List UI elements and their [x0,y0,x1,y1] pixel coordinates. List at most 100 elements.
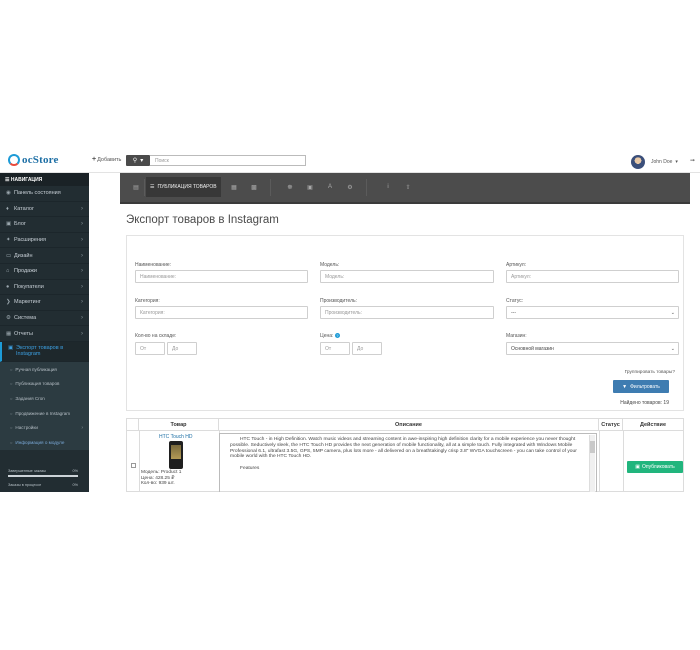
stat-bar [8,475,78,477]
status-label: Статус: [506,298,524,304]
share-icon: ❯ [6,299,11,306]
group-products-toggle[interactable]: Группировать товары? [625,370,675,375]
upload-icon[interactable]: ⇧ [402,177,414,197]
manufacturer-input[interactable]: Производитель: [320,306,494,319]
image-icon[interactable]: ▣ [304,177,316,197]
found-count: Найдено товаров: 19 [620,400,669,406]
add-button[interactable]: +Добавить [92,156,121,163]
status-select[interactable]: --- ⌄ [506,306,679,319]
description-textarea[interactable]: HTC Touch - in High Definition. Watch mu… [219,433,597,492]
column-header-product[interactable]: Товар [139,419,219,431]
sidebar-subitem-module-info[interactable]: ○ Информация о модуле [0,434,89,450]
sidebar-item-extensions[interactable]: ✦ Расширения › [0,233,89,249]
sidebar-item-design[interactable]: ▭ Дизайн › [0,248,89,264]
chevron-right-icon: › [81,299,83,306]
sidebar-subitem-cron[interactable]: ○ Задания Cron [0,391,89,406]
bar-chart-icon: ▦ [6,330,12,337]
store-label: Магазин: [506,333,527,339]
module-toolbar: ▤ ☰ ПУБЛИКАЦИЯ ТОВАРОВ ▦ ▩ ☸ ▣ A ⚙ i ⇧ [120,173,690,204]
store-value: Основной магазин [511,346,554,352]
dashboard-icon: ◉ [6,190,11,197]
circle-icon: ○ [10,395,13,401]
quantity-from-input[interactable]: От [135,342,165,355]
quantity-to-input[interactable]: До [167,342,197,355]
sku-input[interactable]: Артикул: [506,270,679,283]
sidebar-item-label: Отчеты [14,330,34,337]
gears-icon[interactable]: ⚙ [344,177,356,197]
price-to-input[interactable]: До [352,342,382,355]
puzzle-icon: ✦ [6,237,11,244]
product-name-link[interactable]: HTC Touch HD [159,434,193,440]
plus-icon: + [92,156,97,163]
sidebar-subitem-label: Ручная публикация [15,366,57,372]
sidebar-item-label: Экспорт товаров в Instagram [16,344,64,358]
info-icon[interactable]: i [382,177,394,197]
logo[interactable]: ocStore [8,153,59,167]
products-table: Товар Описание Статус Действие HTC Touch… [126,418,684,492]
status-value: --- [511,310,516,316]
logout-icon[interactable]: ➞ [690,157,695,164]
filter-button[interactable]: ▼ Фильтровать [613,380,669,393]
calendar-icon[interactable]: ▦ [228,177,240,197]
row-checkbox[interactable] [131,463,136,468]
sidebar-subitem-product-publish[interactable]: ○ Публикация товаров [0,376,89,392]
product-quantity: Кол-во: 939 шт. [141,481,175,487]
column-header-description[interactable]: Описание [219,419,599,431]
bar-chart-icon[interactable]: ▩ [248,177,260,197]
book-icon: ▣ [6,221,12,228]
name-input[interactable]: Наименование: [135,270,308,283]
search-icon: ⚲ [132,158,138,164]
price-label: Цена: ? [320,333,340,339]
sidebar-item-system[interactable]: ⚙ Система › [0,311,89,327]
sidebar-title-text: НАВИГАЦИЯ [10,177,43,183]
stat-label: Завершенные заказы [8,469,46,473]
manufacturer-label: Производитель: [320,298,357,304]
filter-icon: ▼ [622,383,628,390]
chevron-right-icon: › [81,252,83,259]
tag-icon: ♦ [6,205,9,212]
chevron-down-icon: ⌄ [670,310,675,316]
question-icon[interactable]: ? [334,333,340,339]
sidebar-item-blog[interactable]: ▣ Блог › [0,217,89,233]
users-icon[interactable]: ☸ [284,177,296,197]
category-input[interactable]: Категория: [135,306,308,319]
sidebar-subitem-label: Информация о модуле [15,439,65,445]
sidebar-item-label: Панель состояния [14,190,61,197]
search-type-button[interactable]: ⚲ ▾ [126,155,150,166]
search-input[interactable]: Поиск [150,155,306,166]
sidebar-item-reports[interactable]: ▦ Отчеты › [0,326,89,342]
sidebar-item-label: Система [14,315,37,322]
price-from-input[interactable]: От [320,342,350,355]
chevron-right-icon: › [81,424,83,431]
sidebar-item-dashboard[interactable]: ◉ Панель состояния [0,186,89,202]
sidebar-item-instagram-export[interactable]: ▣ Экспорт товаров в Instagram [0,341,89,362]
stat-label: Заказы в процессе [8,483,42,487]
description-scrollbar[interactable] [589,435,595,492]
sidebar-subitem-settings[interactable]: ○ Настройки › [0,420,89,435]
user-menu[interactable]: John Doe ▾ [631,155,678,169]
document-icon[interactable]: ▤ [130,177,142,197]
model-input[interactable]: Модель: [320,270,494,283]
font-icon[interactable]: A [324,177,336,197]
column-header-status[interactable]: Статус [599,419,623,431]
sidebar-item-label: Блог [14,221,26,228]
product-model: Модель: Product 1 [141,470,182,475]
avatar [631,155,645,169]
circle-icon: ○ [10,381,13,387]
sidebar-item-catalog[interactable]: ♦ Каталог › [0,202,89,218]
tab-product-publish[interactable]: ☰ ПУБЛИКАЦИЯ ТОВАРОВ [146,177,221,197]
user-name: John Doe [651,159,673,165]
sidebar-item-customers[interactable]: ● Покупатели › [0,280,89,296]
product-image[interactable] [169,441,183,469]
category-label: Категория: [135,298,160,304]
stat-processing-orders: Заказы в процессе 0% [8,483,78,487]
sidebar-item-marketing[interactable]: ❯ Маркетинг › [0,295,89,311]
store-select[interactable]: Основной магазин ⌄ [506,342,679,355]
sidebar-subitem-manual-publish[interactable]: ○ Ручная публикация [0,361,89,377]
logo-icon [8,154,20,166]
publish-button[interactable]: ▣ Опубликовать [627,461,683,473]
sidebar-item-sales[interactable]: ⌂ Продажи › [0,264,89,280]
chevron-down-icon: ⌄ [670,346,675,352]
sidebar-subitem-promotion[interactable]: ○ Продвижение в Instagram [0,405,89,421]
chevron-right-icon: › [81,221,83,228]
